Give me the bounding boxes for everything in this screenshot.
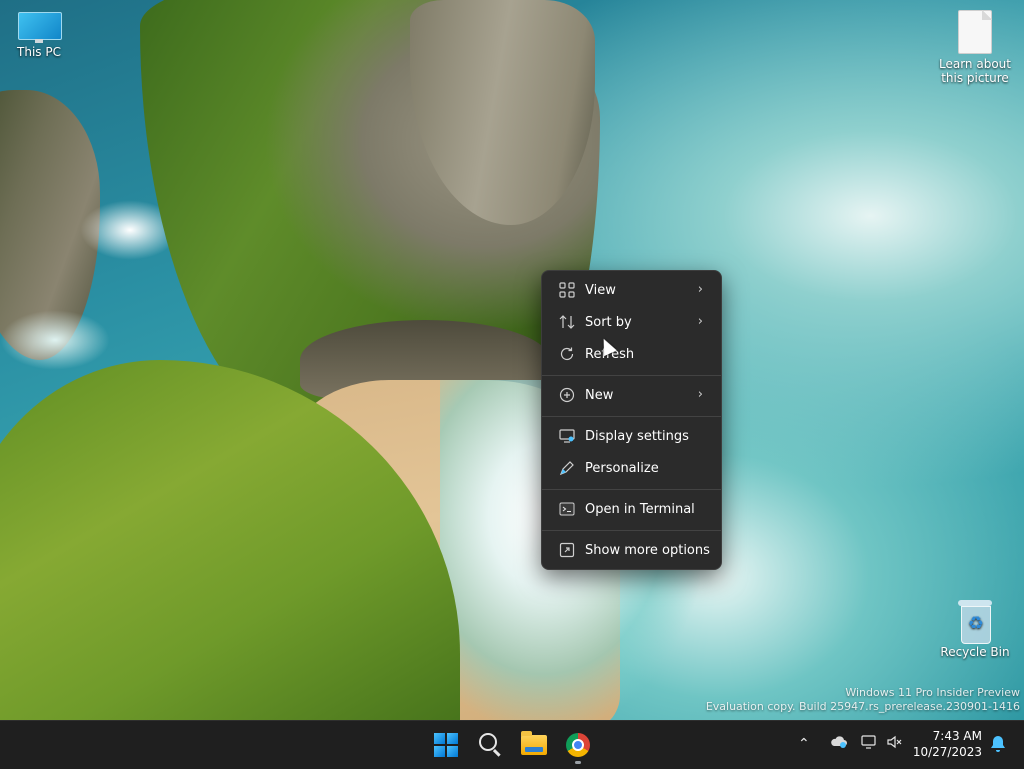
menu-item-open-in-terminal[interactable]: Open in Terminal bbox=[546, 495, 717, 525]
chevron-right-icon: › bbox=[697, 314, 703, 329]
taskbar: ⌃ 7:43 AM 10/27/2023 bbox=[0, 720, 1024, 769]
recycle-bin-icon: ♻ bbox=[958, 600, 992, 644]
clock-date: 10/27/2023 bbox=[912, 745, 982, 759]
menu-item-label: New bbox=[585, 388, 614, 403]
search-button[interactable] bbox=[474, 729, 506, 761]
menu-separator bbox=[542, 416, 721, 417]
desktop-icon-label: Recycle Bin bbox=[940, 645, 1010, 659]
windows-watermark: Windows 11 Pro Insider Preview Evaluatio… bbox=[706, 686, 1020, 714]
desktop-icon-learn-about-picture[interactable]: Learn about this picture bbox=[930, 10, 1020, 85]
file-explorer-icon bbox=[521, 731, 547, 755]
menu-item-view[interactable]: View › bbox=[546, 276, 717, 306]
new-plus-icon bbox=[558, 387, 576, 405]
start-icon bbox=[434, 733, 458, 757]
search-icon bbox=[479, 733, 497, 751]
desktop-icon-this-pc[interactable]: This PC bbox=[0, 12, 84, 59]
menu-item-label: Open in Terminal bbox=[585, 502, 695, 517]
chevron-right-icon: › bbox=[697, 282, 703, 297]
sort-icon bbox=[558, 314, 576, 332]
pen-icon bbox=[558, 460, 576, 478]
onedrive-icon[interactable] bbox=[830, 734, 848, 756]
chevron-right-icon: › bbox=[697, 387, 703, 402]
menu-separator bbox=[542, 530, 721, 531]
menu-item-sort-by[interactable]: Sort by › bbox=[546, 308, 717, 338]
start-button[interactable] bbox=[430, 729, 462, 761]
volume-muted-icon[interactable] bbox=[886, 734, 904, 756]
desktop-wallpaper[interactable] bbox=[0, 0, 1024, 720]
refresh-icon bbox=[558, 346, 576, 364]
network-icon[interactable] bbox=[860, 734, 878, 756]
menu-item-personalize[interactable]: Personalize bbox=[546, 454, 717, 484]
display-settings-icon bbox=[558, 428, 576, 446]
menu-item-label: View bbox=[585, 283, 616, 298]
menu-item-refresh[interactable]: Refresh bbox=[546, 340, 717, 370]
notification-bell-icon[interactable] bbox=[990, 735, 1006, 757]
view-grid-icon bbox=[558, 282, 576, 300]
clock-time: 7:43 AM bbox=[932, 729, 982, 743]
watermark-line: Evaluation copy. Build 25947.rs_prerelea… bbox=[705, 700, 1020, 713]
menu-item-show-more-options[interactable]: Show more options bbox=[546, 536, 717, 566]
menu-item-display-settings[interactable]: Display settings bbox=[546, 422, 717, 452]
menu-separator bbox=[542, 489, 721, 490]
desktop-icon-recycle-bin[interactable]: ♻ Recycle Bin bbox=[930, 600, 1020, 659]
menu-item-new[interactable]: New › bbox=[546, 381, 717, 411]
file-explorer-button[interactable] bbox=[518, 729, 550, 761]
watermark-line: Windows 11 Pro Insider Preview bbox=[845, 686, 1020, 699]
menu-item-label: Personalize bbox=[585, 461, 659, 476]
desktop-icon-label: This PC bbox=[17, 45, 61, 59]
menu-item-label: Display settings bbox=[585, 429, 689, 444]
this-pc-icon bbox=[18, 12, 62, 43]
menu-separator bbox=[542, 375, 721, 376]
menu-item-label: Show more options bbox=[585, 543, 710, 558]
chrome-button[interactable] bbox=[562, 729, 594, 764]
desktop-context-menu: View › Sort by › Refresh New › Display s… bbox=[541, 270, 722, 570]
document-icon bbox=[958, 10, 992, 54]
running-indicator bbox=[575, 761, 581, 764]
system-clock[interactable]: 7:43 AM 10/27/2023 bbox=[913, 728, 982, 760]
show-hidden-icons-chevron-up-icon[interactable]: ⌃ bbox=[798, 734, 810, 754]
menu-item-label: Sort by bbox=[585, 315, 632, 330]
expand-icon bbox=[558, 542, 576, 560]
desktop-icon-label: Learn about this picture bbox=[939, 57, 1011, 85]
wallpaper-surf bbox=[0, 310, 110, 370]
terminal-icon bbox=[558, 501, 576, 519]
chrome-icon bbox=[566, 733, 590, 757]
